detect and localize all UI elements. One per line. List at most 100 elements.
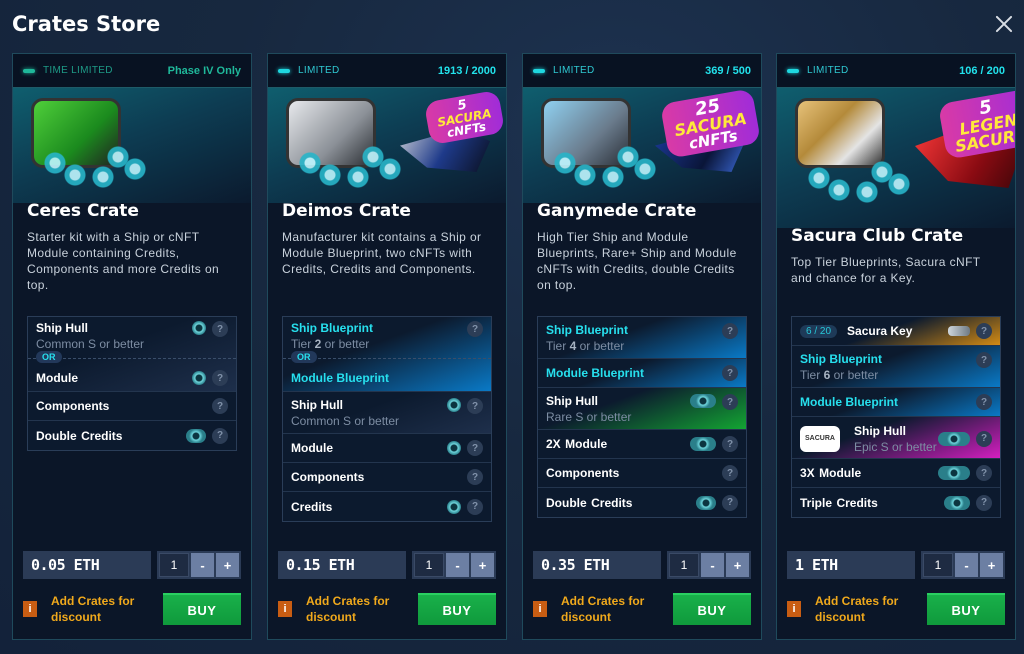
quantity-input[interactable] [669,553,699,577]
purchase-row: i Add Crates for discount BUY [787,591,1005,627]
status-value: 369 / 500 [705,64,751,77]
list-item: Module ? [283,434,491,463]
info-icon[interactable]: i [278,601,292,617]
help-icon[interactable]: ? [467,498,483,515]
item-name: Ship Blueprint [800,352,882,366]
help-icon[interactable]: ? [467,469,483,485]
legendary-sacura-badge: 5 LEGEN SACURA [937,88,1015,160]
help-icon[interactable]: ? [722,494,738,511]
buy-button[interactable]: BUY [418,593,496,625]
list-item: Ship Blueprint Tier 2 or better ? OR Mod… [283,317,491,392]
card-status-bar: LIMITED 1913 / 2000 [268,54,506,88]
help-icon[interactable]: ? [976,494,992,511]
item-highlight: Double [36,428,77,443]
item-sub-suffix: or better [579,339,625,353]
help-icon[interactable]: ? [722,323,738,339]
decrement-button[interactable]: - [191,553,214,577]
help-icon[interactable]: ? [467,321,483,337]
cnft-coin-stack-icon [944,495,970,510]
info-icon[interactable]: i [23,601,37,617]
help-icon[interactable]: ? [212,321,228,337]
help-icon[interactable]: ? [976,352,992,368]
info-icon[interactable]: i [787,601,801,617]
increment-button[interactable]: + [471,553,494,577]
item-name: Ship Blueprint [546,323,628,337]
quantity-input[interactable] [923,553,953,577]
item-name: Sacura Key [847,324,913,338]
item-name: Components [291,470,365,484]
card-status-bar: LIMITED 369 / 500 [523,54,761,88]
crate-description: Manufacturer kit contains a Ship or Modu… [282,230,482,276]
help-icon[interactable]: ? [467,440,483,456]
cnft-coin-stack-icon [690,394,716,408]
item-tier: 4 [569,339,577,353]
help-icon[interactable]: ? [976,430,992,447]
or-divider: OR [283,351,491,365]
help-icon[interactable]: ? [212,398,228,414]
sacura-logo-icon: SACURA [800,425,840,452]
help-icon[interactable]: ? [976,323,992,339]
item-sub-prefix: Tier [546,339,567,353]
cnft-coin-icon [192,321,206,335]
list-item: 3X Module ? [792,459,1000,488]
item-sub: Common S or better [291,414,400,428]
crate-description: High Tier Ship and Module Blueprints, Ra… [537,230,737,292]
decrement-button[interactable]: - [955,553,978,577]
close-icon[interactable] [994,14,1014,34]
help-icon[interactable]: ? [722,436,738,452]
list-item: Ship Blueprint Tier 6 or better ? [792,346,1000,388]
cnft-coin-stack-icon [696,495,716,510]
list-item: Triple Credits ? [792,488,1000,517]
crate-contents-list: 6 / 20 Sacura Key ? Ship Blueprint Tier … [791,316,1001,518]
or-label: OR [36,351,62,363]
decrement-button[interactable]: - [446,553,469,577]
help-icon[interactable]: ? [722,394,738,410]
help-icon[interactable]: ? [722,365,738,381]
price-row: 0.15 ETH - + [278,551,496,579]
list-item: Double Credits ? [28,421,236,450]
item-highlight: 3X [800,466,815,480]
cnft-coin-icon [192,371,206,385]
crate-name: Ganymede Crate [537,201,697,221]
crate-image [13,88,251,203]
price-display: 0.35 ETH [533,551,661,579]
increment-button[interactable]: + [726,553,749,577]
quantity-input[interactable] [414,553,444,577]
cnft-coin-icon [447,499,461,514]
help-icon[interactable]: ? [976,394,992,410]
item-sub-suffix: or better [324,337,370,351]
list-item: Module Blueprint ? [538,359,746,388]
increment-button[interactable]: + [980,553,1003,577]
list-item: Ship Hull Common S or better ? [283,392,491,434]
list-item: SACURA Ship Hull Epic S or better ? [792,417,1000,459]
price-display: 0.05 ETH [23,551,151,579]
key-icon [948,326,970,336]
item-name: Module [36,371,78,385]
buy-button[interactable]: BUY [673,593,751,625]
card-status-bar: LIMITED 106 / 200 [777,54,1015,88]
quantity-stepper: - + [921,551,1005,579]
help-icon[interactable]: ? [467,398,483,414]
item-sub: Common S or better [36,337,145,351]
info-icon[interactable]: i [533,601,547,617]
item-name: Components [36,399,110,413]
crate-name: Sacura Club Crate [791,226,964,246]
crate-card-deimos: LIMITED 1913 / 2000 5 SACURA cNFTs Deimo… [267,53,507,640]
help-icon[interactable]: ? [722,465,738,481]
status-value: 106 / 200 [959,64,1005,77]
purchase-row: i Add Crates for discount BUY [23,591,241,627]
buy-button[interactable]: BUY [163,593,241,625]
discount-text: Add Crates for discount [561,594,645,624]
quantity-input[interactable] [159,553,189,577]
key-count-badge: 6 / 20 [800,324,838,338]
help-icon[interactable]: ? [212,427,228,444]
buy-button[interactable]: BUY [927,593,1005,625]
crate-card-ganymede: LIMITED 369 / 500 25 SACURA cNFTs Ganyme… [522,53,762,640]
increment-button[interactable]: + [216,553,239,577]
help-icon[interactable]: ? [212,370,228,386]
list-item: 2X Module ? [538,430,746,459]
decrement-button[interactable]: - [701,553,724,577]
help-icon[interactable]: ? [976,465,992,481]
status-indicator-icon [278,68,290,73]
item-name: Module [291,441,333,455]
